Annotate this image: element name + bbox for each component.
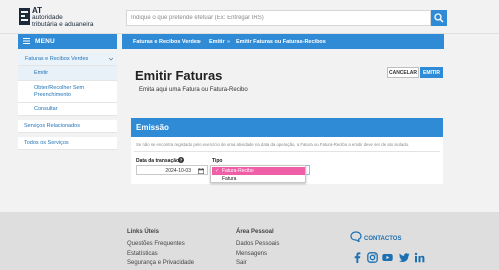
sidebar-item-label: Todos os Serviços bbox=[24, 140, 69, 146]
calendar-icon[interactable] bbox=[198, 168, 204, 174]
breadcrumb-item-faturas[interactable]: Faturas e Recibos Verdes bbox=[133, 39, 200, 45]
tipo-option-fatura[interactable]: Fatura bbox=[212, 175, 305, 183]
chevron-down-icon bbox=[109, 57, 113, 61]
tipo-label: Tipo bbox=[212, 158, 223, 164]
at-logo[interactable]: AT autoridade tributária e aduaneira bbox=[19, 6, 99, 30]
footer-heading-links: Links Úteis bbox=[127, 229, 160, 235]
option-label: Fatura bbox=[222, 176, 237, 182]
sidebar-item-servicos-relacionados[interactable]: Serviços Relacionados bbox=[18, 120, 117, 133]
logo-mark-text: AT bbox=[32, 6, 43, 15]
linkedin-icon[interactable] bbox=[414, 252, 425, 263]
hamburger-icon bbox=[23, 38, 30, 44]
sidebar-item-todos-servicos[interactable]: Todos os Serviços bbox=[18, 137, 117, 150]
breadcrumb: Faturas e Recibos Verdes » Emitir » Emit… bbox=[122, 34, 444, 49]
footer-link-sair[interactable]: Sair bbox=[236, 260, 247, 266]
tipo-dropdown-list: ✓ Fatura-Recibo Fatura bbox=[210, 165, 306, 183]
search-button[interactable] bbox=[431, 10, 447, 26]
card-title: Emissão bbox=[136, 123, 169, 132]
footer-link-estatisticas[interactable]: Estatísticas bbox=[127, 251, 158, 257]
sidebar-item-obter-recolher[interactable]: Obter/Recolher Sem Preenchimento bbox=[18, 81, 117, 103]
sidebar-item-emitir[interactable]: Emitir bbox=[18, 66, 117, 81]
date-value: 2024-10-03 bbox=[165, 168, 191, 174]
search-icon bbox=[434, 13, 444, 23]
logo-line-1: autoridade bbox=[32, 14, 63, 21]
emissao-card: Emissão Se não se encontra registado pel… bbox=[131, 118, 443, 184]
instagram-icon[interactable] bbox=[367, 252, 378, 263]
tipo-option-fatura-recibo[interactable]: ✓ Fatura-Recibo bbox=[212, 167, 305, 175]
search-input[interactable] bbox=[131, 11, 421, 25]
option-label: Fatura-Recibo bbox=[222, 168, 254, 174]
breadcrumb-separator: » bbox=[227, 39, 231, 45]
logo-line-2: tributária e aduaneira bbox=[32, 21, 94, 28]
date-label: Data da transação bbox=[136, 158, 180, 164]
cancel-button[interactable]: CANCELAR bbox=[387, 67, 419, 78]
card-header: Emissão bbox=[131, 118, 443, 137]
breadcrumb-item-current: Emitir Faturas ou Faturas-Recibos bbox=[236, 39, 326, 45]
sidebar-item-label-line2: Preenchimento bbox=[34, 92, 71, 98]
help-icon[interactable]: ? bbox=[178, 157, 184, 163]
search-box bbox=[126, 10, 431, 26]
twitter-icon[interactable] bbox=[399, 252, 410, 263]
sidebar-item-consultar[interactable]: Consultar bbox=[18, 103, 117, 116]
isolated-act-note: Se não se encontra registado pelo exercí… bbox=[136, 142, 410, 147]
at-logo-icon bbox=[19, 8, 30, 25]
svg-text:?: ? bbox=[180, 158, 183, 163]
sidebar-item-label: Obter/Recolher Sem bbox=[34, 85, 85, 91]
footer-link-seguranca[interactable]: Segurança e Privacidade bbox=[127, 260, 194, 266]
footer-link-mensagens[interactable]: Mensagens bbox=[236, 251, 267, 257]
sidebar-item-label: Serviços Relacionados bbox=[24, 123, 80, 129]
youtube-icon[interactable] bbox=[382, 252, 393, 263]
check-icon: ✓ bbox=[215, 168, 220, 174]
transaction-date-input[interactable]: 2024-10-03 bbox=[136, 165, 208, 175]
sidebar-item-label: Faturas e Recibos Verdes bbox=[25, 56, 89, 62]
sidebar-item-faturas-recibos-verdes[interactable]: Faturas e Recibos Verdes bbox=[18, 52, 117, 66]
page-title: Emitir Faturas bbox=[135, 68, 223, 83]
divider bbox=[134, 151, 440, 152]
footer-heading-area-pessoal: Área Pessoal bbox=[236, 229, 274, 235]
menu-label: MENU bbox=[35, 38, 55, 45]
footer-link-faq[interactable]: Questões Frequentes bbox=[127, 241, 185, 247]
chat-bubble-icon[interactable] bbox=[350, 231, 362, 242]
emit-button[interactable]: EMITIR bbox=[420, 67, 443, 78]
facebook-icon[interactable] bbox=[352, 252, 363, 263]
sidebar-item-label: Emitir bbox=[34, 70, 49, 76]
page-subtitle: Emita aqui uma Fatura ou Fatura-Recibo bbox=[139, 87, 248, 93]
breadcrumb-separator: » bbox=[198, 39, 202, 45]
header: AT autoridade tributária e aduaneira bbox=[0, 0, 499, 34]
menu-toggle[interactable]: MENU bbox=[18, 34, 117, 49]
sidebar: Faturas e Recibos Verdes Emitir Obter/Re… bbox=[18, 52, 117, 150]
sidebar-item-label: Consultar bbox=[34, 106, 58, 112]
contactos-link[interactable]: CONTACTOS bbox=[364, 236, 401, 242]
breadcrumb-item-emitir[interactable]: Emitir bbox=[209, 39, 225, 45]
footer-link-dados-pessoais[interactable]: Dados Pessoais bbox=[236, 241, 279, 247]
